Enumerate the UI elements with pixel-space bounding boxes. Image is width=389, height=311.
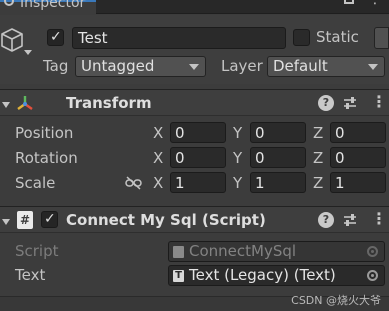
component-menu-icon[interactable]: ⋮ (371, 209, 387, 228)
axis-z-label[interactable]: Z (313, 124, 323, 142)
tab-inspector[interactable]: Inspector (0, 0, 96, 14)
help-icon[interactable]: ? (318, 95, 334, 111)
axis-x-label[interactable]: X (153, 149, 163, 167)
axis-y-label[interactable]: Y (233, 174, 242, 192)
object-picker-icon[interactable] (367, 270, 378, 281)
chevron-down-icon (368, 64, 378, 70)
object-name-field[interactable]: Test (72, 27, 286, 49)
axis-x-label[interactable]: X (153, 124, 163, 142)
scale-label: Scale (15, 174, 56, 192)
presets-sliders-icon[interactable] (342, 95, 358, 111)
axis-z-label[interactable]: Z (313, 174, 323, 192)
active-checkbox[interactable]: ✓ (47, 29, 64, 46)
scale-z-field[interactable]: 1 (330, 172, 386, 193)
more-menu-icon[interactable]: ⋮ (368, 0, 382, 7)
script-component-title: Connect My Sql (Script) (66, 211, 266, 229)
scale-y-field[interactable]: 1 (250, 172, 306, 193)
foldout-arrow-icon[interactable] (2, 219, 10, 225)
help-icon[interactable]: ? (318, 212, 334, 228)
layer-dropdown[interactable]: Default (267, 56, 385, 77)
tag-value: Untagged (81, 57, 155, 75)
position-x-field[interactable]: 0 (170, 122, 226, 143)
axis-y-label[interactable]: Y (233, 124, 242, 142)
transform-title: Transform (66, 94, 152, 112)
component-enabled-checkbox[interactable]: ✓ (41, 211, 58, 228)
checkmark-icon: ✓ (50, 29, 62, 45)
tag-dropdown[interactable]: Untagged (75, 56, 206, 77)
chevron-down-icon (189, 64, 199, 70)
lock-icon[interactable] (344, 0, 354, 4)
presets-sliders-icon[interactable] (342, 212, 358, 228)
position-z-field[interactable]: 0 (330, 122, 386, 143)
foldout-arrow-icon[interactable] (2, 102, 10, 108)
scale-x-field[interactable]: 1 (170, 172, 226, 193)
object-picker-icon (367, 246, 378, 257)
static-checkbox[interactable] (293, 29, 310, 46)
rotation-y-field[interactable]: 0 (250, 147, 306, 168)
transform-header[interactable]: Transform ? ⋮ (0, 89, 389, 116)
axis-z-label[interactable]: Z (313, 149, 323, 167)
script-field-label: Script (15, 242, 59, 260)
transform-axes-icon (17, 96, 33, 110)
layer-label: Layer (221, 57, 263, 75)
text-object-value: Text (Legacy) (Text) (189, 266, 336, 284)
script-object-field: ConnectMySql (168, 241, 385, 262)
rotation-x-field[interactable]: 0 (170, 147, 226, 168)
static-dropdown[interactable] (374, 27, 389, 49)
icon-dropdown-arrow[interactable] (24, 50, 32, 55)
tab-label: Inspector (20, 0, 86, 11)
script-asset-icon (173, 246, 184, 258)
text-component-icon: T (173, 270, 184, 282)
text-field-label: Text (15, 266, 46, 284)
tag-label: Tag (43, 57, 69, 75)
script-object-value: ConnectMySql (189, 242, 297, 260)
position-y-field[interactable]: 0 (250, 122, 306, 143)
axis-x-label[interactable]: X (153, 174, 163, 192)
axis-y-label[interactable]: Y (233, 149, 242, 167)
script-file-icon: # (17, 211, 33, 229)
static-label: Static (316, 28, 359, 46)
watermark: CSDN @烧火大爷 (291, 294, 381, 307)
info-icon (4, 0, 14, 6)
tab-strip: Inspector ⋮ (0, 0, 389, 14)
script-component-header[interactable]: # ✓ Connect My Sql (Script) ? ⋮ (0, 206, 389, 233)
constrain-proportions-link-icon[interactable] (125, 176, 142, 190)
rotation-z-field[interactable]: 0 (330, 147, 386, 168)
gameobject-cube-icon[interactable] (0, 27, 24, 55)
rotation-label: Rotation (15, 149, 78, 167)
checkmark-icon: ✓ (44, 211, 56, 227)
layer-value: Default (273, 57, 328, 75)
position-label: Position (15, 124, 74, 142)
text-object-field[interactable]: T Text (Legacy) (Text) (168, 265, 385, 286)
component-menu-icon[interactable]: ⋮ (371, 92, 387, 111)
